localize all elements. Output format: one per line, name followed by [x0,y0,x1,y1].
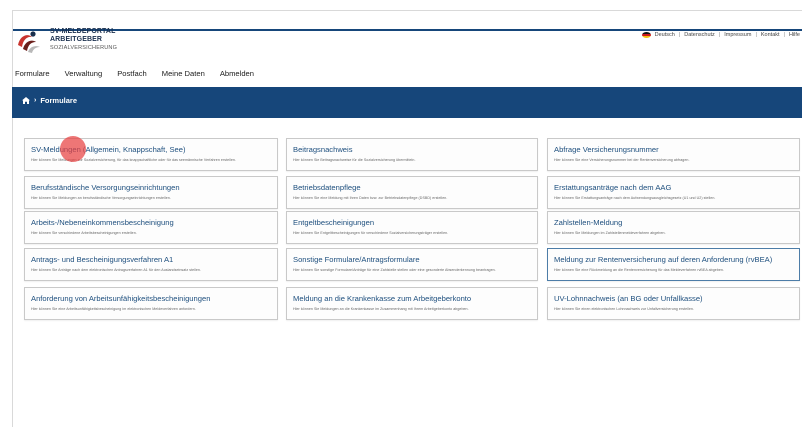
portal-brand: SV-MELDEPORTAL ARBEITGEBER SOZIALVERSICH… [50,28,117,52]
breadcrumb-current: Formulare [40,96,78,105]
card-rvbea-meldung[interactable]: Meldung zur Rentenversicherung auf deren… [547,248,800,281]
card-betriebsdatenpflege[interactable]: Betriebsdatenpflege Hier können Sie eine… [286,176,538,209]
utility-separator: | [678,32,681,38]
card-title: Antrags- und Bescheinigungsverfahren A1 [31,255,174,264]
card-description: Hier können Sie Beitragsnachweise für di… [293,158,416,162]
card-description: Hier können Sie sonstige Formulare/Anträ… [293,268,496,272]
card-erstattungsantraege-aag[interactable]: Erstattungsanträge nach dem AAG Hier kön… [547,176,800,209]
utility-link-help[interactable]: Hilfe [789,32,800,38]
card-uv-lohnnachweis[interactable]: UV-Lohnnachweis (an BG oder Unfallkasse)… [547,287,800,320]
card-beitragsnachweis[interactable]: Beitragsnachweis Hier können Sie Beitrag… [286,138,538,171]
card-title: Entgeltbescheinigungen [293,218,375,227]
card-arbeitgeberkonto-meldung[interactable]: Meldung an die Krankenkasse zum Arbeitge… [286,287,538,320]
brand-line-3: SOZIALVERSICHERUNG [50,45,118,51]
card-title: Anforderung von Arbeitsunfähigkeitsbesch… [31,294,211,303]
utility-link-privacy[interactable]: Datenschutz [684,32,715,38]
brand-line-2: ARBEITGEBER [50,36,103,43]
card-zahlstellen-meldung[interactable]: Zahlstellen-Meldung Hier können Sie Meld… [547,211,800,244]
card-berufsstaendische-versorgung[interactable]: Berufsständische Versorgungseinrichtunge… [24,176,278,209]
card-sonstige-formulare[interactable]: Sonstige Formulare/Antragsformulare Hier… [286,248,538,281]
card-title: Berufsständische Versorgungseinrichtunge… [31,183,180,192]
card-description: Hier können Sie eine Meldung mit Ihren D… [293,196,448,200]
card-title: UV-Lohnnachweis (an BG oder Unfallkasse) [554,294,703,303]
card-au-bescheinigungen[interactable]: Anforderung von Arbeitsunfähigkeitsbesch… [24,287,278,320]
nav-item-meine-daten[interactable]: Meine Daten [162,69,205,78]
card-description: Hier können Sie Meldungen an die Kranken… [293,307,469,311]
nav-item-abmelden[interactable]: Abmelden [220,69,254,78]
card-title: Zahlstellen-Meldung [554,218,623,227]
nav-item-formulare[interactable]: Formulare [15,69,50,78]
card-title: Meldung an die Krankenkasse zum Arbeitge… [293,294,472,303]
main-nav: Formulare Verwaltung Postfach Meine Date… [15,69,254,78]
breadcrumb: › Formulare [22,96,77,105]
nav-item-postfach[interactable]: Postfach [117,69,147,78]
card-title: Abfrage Versicherungsnummer [554,145,659,154]
portal-logo-icon[interactable] [14,29,44,55]
utility-link-imprint[interactable]: Impressum [724,32,751,38]
utility-nav: Deutsch | Datenschutz | Impressum | Kont… [641,32,800,38]
card-description: Hier können Sie Entgeltbescheinigungen f… [293,231,449,235]
card-description: Hier können Sie Meldungen im Zahlstellen… [554,231,666,235]
utility-link-contact[interactable]: Kontakt [761,32,780,38]
home-icon[interactable] [22,97,30,104]
card-description: Hier können Sie Erstattungsanträge nach … [554,196,716,200]
chevron-right-icon: › [34,97,37,104]
breadcrumb-bar: › Formulare [12,87,802,118]
card-title: Beitragsnachweis [293,145,353,154]
card-title: Betriebsdatenpflege [293,183,361,192]
card-description: Hier können Sie eine Versicherungsnummer… [554,158,690,162]
card-description: Hier können Sie eine Rückmeldung an die … [554,268,725,272]
german-flag-icon [641,32,651,38]
card-description: Hier können Sie verschiedene Arbeitsbesc… [31,231,137,235]
card-description: Hier können Sie eine Arbeitsunfähigkeits… [31,307,196,311]
click-indicator [60,136,86,162]
card-title: Meldung zur Rentenversicherung auf deren… [554,255,773,264]
brand-line-1: SV-MELDEPORTAL [50,28,116,35]
utility-separator: | [755,32,757,38]
nav-item-verwaltung[interactable]: Verwaltung [65,69,103,78]
card-a1-verfahren[interactable]: Antrags- und Bescheinigungsverfahren A1 … [24,248,278,281]
card-description: Hier können Sie einen elektronischen Loh… [554,307,694,311]
utility-separator: | [718,32,721,38]
utility-separator: | [783,32,785,38]
card-arbeits-nebeneinkommensbescheinigung[interactable]: Arbeits-/Nebeneinkommensbescheinigung Hi… [24,211,278,244]
card-entgeltbescheinigungen[interactable]: Entgeltbescheinigungen Hier können Sie E… [286,211,538,244]
card-abfrage-versicherungsnummer[interactable]: Abfrage Versicherungsnummer Hier können … [547,138,800,171]
card-title: Arbeits-/Nebeneinkommensbescheinigung [31,218,174,227]
card-description: Hier können Sie Meldungen an berufsständ… [31,196,171,200]
header-top-stripe [13,29,802,31]
card-title: Sonstige Formulare/Antragsformulare [293,255,420,264]
utility-link-language[interactable]: Deutsch [655,32,675,38]
card-title: Erstattungsanträge nach dem AAG [554,183,672,192]
card-description: Hier können Sie Anträge nach dem elektro… [31,268,202,272]
